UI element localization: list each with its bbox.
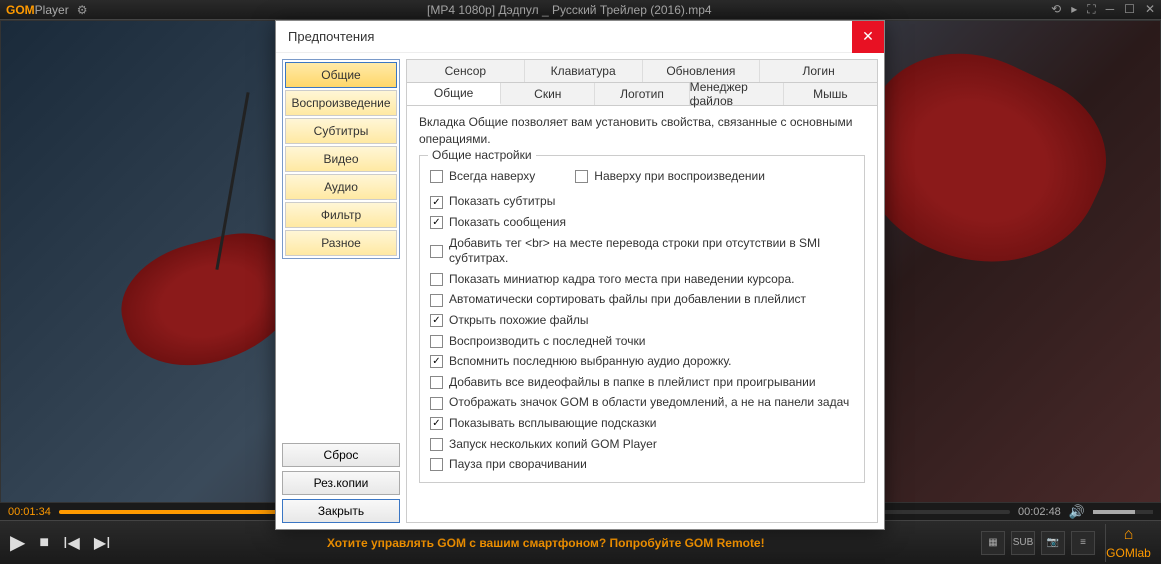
option-pause-minimize[interactable]: Пауза при сворачивании [430, 457, 854, 473]
minimize-icon[interactable]: ─ [1106, 2, 1115, 17]
volume-slider[interactable] [1093, 510, 1153, 514]
checkbox[interactable] [430, 335, 443, 348]
time-total: 00:02:48 [1018, 506, 1061, 518]
play-button[interactable]: ▶ [10, 530, 25, 555]
checkbox[interactable] [430, 245, 443, 258]
dialog-title: Предпочтения [288, 29, 852, 44]
tab-keyboard[interactable]: Клавиатура [525, 60, 643, 82]
extra-controls: ▦ SUB 📷 ≡ ⌂ GOMlab [981, 524, 1151, 562]
sidebar-item-subtitles[interactable]: Субтитры [285, 118, 397, 144]
home-icon: ⌂ [1124, 526, 1134, 544]
checkbox[interactable] [430, 355, 443, 368]
tab-updates[interactable]: Обновления [643, 60, 761, 82]
time-current: 00:01:34 [8, 506, 51, 518]
maximize-icon[interactable]: ☐ [1124, 2, 1135, 17]
playlist-icon[interactable]: ≡ [1071, 531, 1095, 555]
option-show-subtitles[interactable]: Показать субтитры [430, 194, 854, 210]
prev-button[interactable]: I◀ [63, 533, 80, 553]
option-resume-last[interactable]: Воспроизводить с последней точки [430, 334, 854, 350]
checkbox[interactable] [430, 196, 443, 209]
sidebar-item-video[interactable]: Видео [285, 146, 397, 172]
checkbox[interactable] [430, 216, 443, 229]
option-tooltips[interactable]: Показывать всплывающие подсказки [430, 416, 854, 432]
sidebar-item-misc[interactable]: Разное [285, 230, 397, 256]
tab-description: Вкладка Общие позволяет вам установить с… [419, 114, 865, 149]
option-always-on-top[interactable]: Всегда наверху [430, 169, 535, 185]
prefs-content: Вкладка Общие позволяет вам установить с… [407, 106, 877, 522]
sidebar-item-general[interactable]: Общие [285, 62, 397, 88]
checkbox[interactable] [430, 314, 443, 327]
reset-button[interactable]: Сброс [282, 443, 400, 467]
repeat-icon[interactable]: ⟲ [1051, 2, 1061, 17]
tab-sensor[interactable]: Сенсор [407, 60, 525, 82]
checkbox[interactable] [430, 417, 443, 430]
gomlab-button[interactable]: ⌂ GOMlab [1105, 524, 1151, 562]
tabs-row-top: Сенсор Клавиатура Обновления Логин [407, 60, 877, 83]
window-controls: ⟲ ▸ ⛶ ─ ☐ ✕ [1051, 2, 1155, 17]
option-show-messages[interactable]: Показать сообщения [430, 215, 854, 231]
stop-button[interactable]: ■ [39, 534, 49, 552]
option-open-similar[interactable]: Открыть похожие файлы [430, 313, 854, 329]
tab-skin[interactable]: Скин [501, 83, 595, 105]
backup-button[interactable]: Рез.копии [282, 471, 400, 495]
checkbox[interactable] [430, 273, 443, 286]
sidebar-item-filter[interactable]: Фильтр [285, 202, 397, 228]
checkbox[interactable] [430, 170, 443, 183]
titlebar: GOMPlayer ⚙ [MP4 1080p] Дэдпул _ Русский… [0, 0, 1161, 20]
prefs-sidebar: Общие Воспроизведение Субтитры Видео Ауд… [282, 59, 400, 523]
tab-logo[interactable]: Логотип [595, 83, 689, 105]
close-window-icon[interactable]: ✕ [1145, 2, 1155, 17]
general-settings-group: Общие настройки Всегда наверху Наверху п… [419, 155, 865, 483]
checkbox[interactable] [430, 376, 443, 389]
settings-icon[interactable]: ⚙ [77, 3, 88, 17]
volume-icon[interactable]: 🔊 [1069, 504, 1085, 520]
option-add-br-tag[interactable]: Добавить тег <br> на месте перевода стро… [430, 236, 854, 267]
option-remember-audio[interactable]: Вспомнить последнюю выбранную аудио доро… [430, 354, 854, 370]
fullscreen-icon[interactable]: ⛶ [1087, 2, 1095, 17]
next-icon[interactable]: ▸ [1071, 2, 1077, 17]
sidebar-item-playback[interactable]: Воспроизведение [285, 90, 397, 116]
tabs-row-bottom: Общие Скин Логотип Менеджер файлов Мышь [407, 83, 877, 106]
dialog-titlebar[interactable]: Предпочтения ✕ [276, 21, 884, 53]
checkbox[interactable] [430, 294, 443, 307]
tab-login[interactable]: Логин [760, 60, 877, 82]
next-button[interactable]: ▶I [94, 533, 111, 553]
app-logo: GOMPlayer [6, 2, 69, 17]
option-on-top-playing[interactable]: Наверху при воспроизведении [575, 169, 765, 185]
tab-general[interactable]: Общие [407, 83, 501, 105]
panel-icon[interactable]: ▦ [981, 531, 1005, 555]
dialog-close-button[interactable]: ✕ [852, 21, 884, 53]
option-add-folder-playlist[interactable]: Добавить все видеофайлы в папке в плейли… [430, 375, 854, 391]
prefs-main: Сенсор Клавиатура Обновления Логин Общие… [406, 59, 878, 523]
checkbox[interactable] [430, 458, 443, 471]
tab-filemanager[interactable]: Менеджер файлов [690, 83, 784, 105]
option-thumb-hover[interactable]: Показать миниатюр кадра того места при н… [430, 272, 854, 288]
checkbox[interactable] [575, 170, 588, 183]
sidebar-item-audio[interactable]: Аудио [285, 174, 397, 200]
checkbox[interactable] [430, 438, 443, 451]
snapshot-icon[interactable]: 📷 [1041, 531, 1065, 555]
option-tray-icon[interactable]: Отображать значок GOM в области уведомле… [430, 395, 854, 411]
promo-text[interactable]: Хотите управлять GOM с вашим смартфоном?… [125, 536, 967, 550]
file-title: [MP4 1080p] Дэдпул _ Русский Трейлер (20… [87, 3, 1051, 17]
fieldset-legend: Общие настройки [428, 148, 536, 162]
close-button[interactable]: Закрыть [282, 499, 400, 523]
sub-button[interactable]: SUB [1011, 531, 1035, 555]
checkbox[interactable] [430, 397, 443, 410]
preferences-dialog: Предпочтения ✕ Общие Воспроизведение Суб… [275, 20, 885, 530]
option-auto-sort[interactable]: Автоматически сортировать файлы при доба… [430, 292, 854, 308]
option-multi-instance[interactable]: Запуск нескольких копий GOM Player [430, 437, 854, 453]
tab-mouse[interactable]: Мышь [784, 83, 877, 105]
